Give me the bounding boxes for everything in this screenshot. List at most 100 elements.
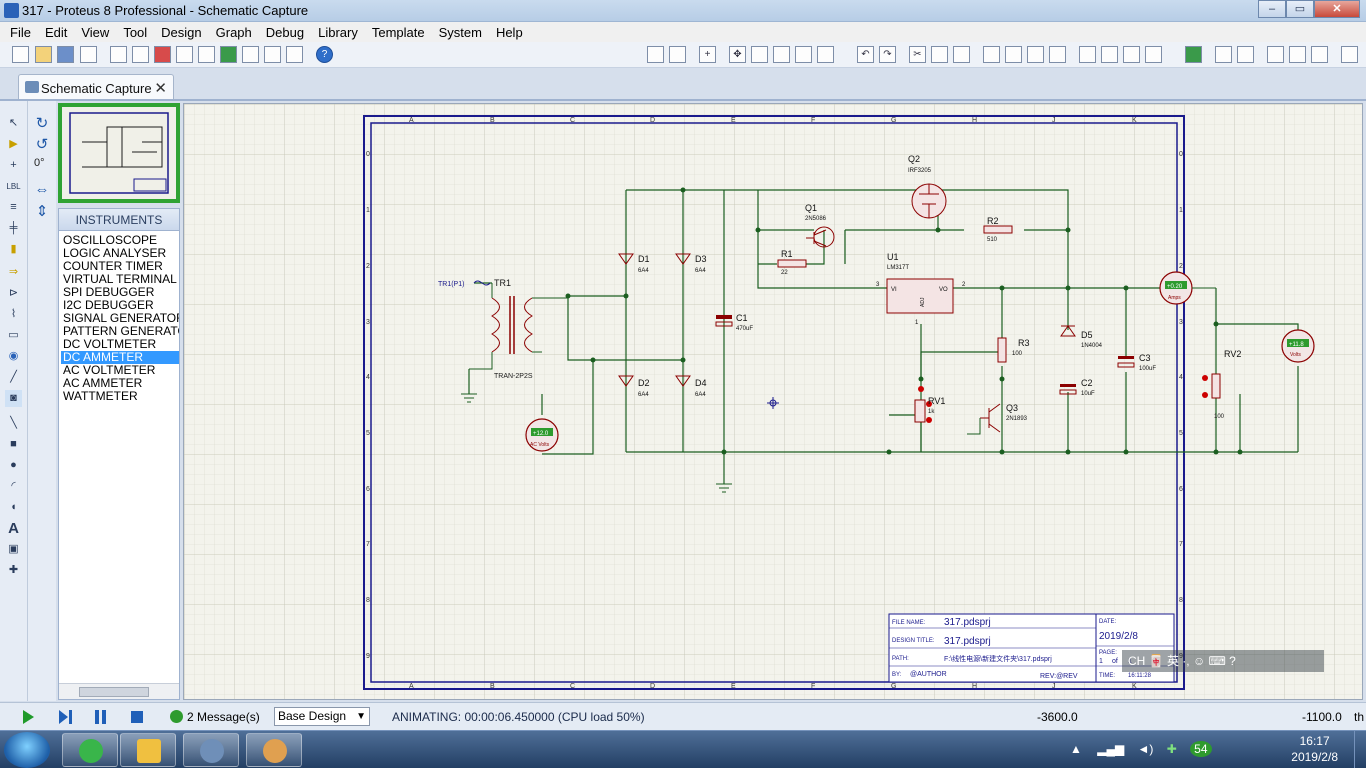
generator-mode-icon[interactable]: ◉ <box>5 348 22 365</box>
instrument-wattmeter[interactable]: WATTMETER <box>61 390 179 403</box>
instrument-ac-voltmeter[interactable]: AC VOLTMETER <box>61 364 179 377</box>
notes-icon[interactable] <box>286 46 303 63</box>
remove-sheet-icon[interactable] <box>1289 46 1306 63</box>
instrument-ac-ammeter[interactable]: AC AMMETER <box>61 377 179 390</box>
overview-window[interactable] <box>58 103 180 203</box>
bom-icon[interactable] <box>220 46 237 63</box>
schematic-icon[interactable] <box>132 46 149 63</box>
dc-voltmeter[interactable]: +11.8 Volts <box>1281 329 1315 363</box>
rotate-anticlockwise-icon[interactable]: ↺ <box>33 136 51 154</box>
path-tool-icon[interactable]: ◖ <box>5 499 22 516</box>
selection-mode-icon[interactable]: ↖ <box>5 115 22 132</box>
import-icon[interactable] <box>80 46 97 63</box>
zoom-all-icon[interactable] <box>795 46 812 63</box>
redo-icon[interactable]: ↷ <box>879 46 896 63</box>
buses-icon[interactable]: ╪ <box>5 220 22 237</box>
3d-view-icon[interactable] <box>176 46 193 63</box>
terminals-icon[interactable]: ⇒ <box>5 264 22 281</box>
dc-ammeter[interactable]: +0.20 Amps <box>1159 271 1193 305</box>
pan-icon[interactable]: ✥ <box>729 46 746 63</box>
ime-language-bar[interactable]: CH 🀄 英 ·, ☺ ⌨ ? <box>1122 650 1324 672</box>
grid-icon[interactable] <box>669 46 686 63</box>
copy-icon[interactable] <box>931 46 948 63</box>
tab-close-icon[interactable]: ✕ <box>154 79 167 97</box>
zoom-area-icon[interactable] <box>817 46 834 63</box>
mirror-y-icon[interactable]: ⇕ <box>33 203 51 221</box>
virtual-instruments-icon[interactable]: ◙ <box>5 390 22 407</box>
instrument-oscilloscope[interactable]: OSCILLOSCOPE <box>61 234 179 247</box>
probe-mode-icon[interactable]: ╱ <box>5 369 22 386</box>
symbol-tool-icon[interactable]: ▣ <box>5 541 22 558</box>
text-tool-icon[interactable]: A <box>5 520 22 537</box>
mirror-x-icon[interactable]: ⇔ <box>33 181 51 199</box>
instrument-dc-voltmeter[interactable]: DC VOLTMETER <box>61 338 179 351</box>
minimize-button[interactable]: – <box>1258 0 1286 18</box>
code-icon[interactable] <box>242 46 259 63</box>
marker-tool-icon[interactable]: ✚ <box>5 562 22 579</box>
text-script-icon[interactable]: ≡ <box>5 199 22 216</box>
instrument-pattern-generator[interactable]: PATTERN GENERATO <box>61 325 179 338</box>
cut-icon[interactable]: ✂ <box>909 46 926 63</box>
paste-icon[interactable] <box>953 46 970 63</box>
tray-expand-icon[interactable]: ▲ <box>1070 742 1082 756</box>
undo-icon[interactable]: ↶ <box>857 46 874 63</box>
device-pins-icon[interactable]: ⊳ <box>5 285 22 302</box>
instrument-spi-debugger[interactable]: SPI DEBUGGER <box>61 286 179 299</box>
new-file-icon[interactable] <box>12 46 29 63</box>
graph-mode-icon[interactable]: ⌇ <box>5 306 22 323</box>
menu-template[interactable]: Template <box>365 25 432 40</box>
menu-graph[interactable]: Graph <box>209 25 259 40</box>
ac-voltmeter[interactable]: +12.0 AC Volts <box>525 418 559 452</box>
instrument-counter-timer[interactable]: COUNTER TIMER <box>61 260 179 273</box>
menu-file[interactable]: File <box>3 25 38 40</box>
instrument-signal-generator[interactable]: SIGNAL GENERATOR <box>61 312 179 325</box>
save-icon[interactable] <box>57 46 74 63</box>
menu-debug[interactable]: Debug <box>259 25 311 40</box>
instruments-scrollbar[interactable] <box>59 683 179 699</box>
scrollbar-thumb[interactable] <box>79 687 149 697</box>
make-device-icon[interactable] <box>1101 46 1118 63</box>
menu-view[interactable]: View <box>74 25 116 40</box>
property-tool-icon[interactable] <box>1237 46 1254 63</box>
instrument-logic-analyser[interactable]: LOGIC ANALYSER <box>61 247 179 260</box>
close-button[interactable]: ✕ <box>1314 0 1360 18</box>
netlist-icon[interactable] <box>1341 46 1358 63</box>
menu-system[interactable]: System <box>432 25 489 40</box>
schematic-canvas[interactable]: A B C D E F G H J K A B C D E F G H J K … <box>183 103 1363 700</box>
maximize-button[interactable]: ▭ <box>1286 0 1314 18</box>
tape-recorder-icon[interactable]: ▭ <box>5 327 22 344</box>
line-tool-icon[interactable]: ╲ <box>5 415 22 432</box>
block-delete-icon[interactable] <box>1049 46 1066 63</box>
tray-security-icon[interactable]: ✚ <box>1167 742 1177 756</box>
taskbar-app-paint[interactable] <box>246 733 302 767</box>
instrument-virtual-terminal[interactable]: VIRTUAL TERMINAL <box>61 273 179 286</box>
stop-icon[interactable] <box>129 709 145 725</box>
menu-help[interactable]: Help <box>489 25 530 40</box>
taskbar-app-proteus[interactable] <box>183 733 239 767</box>
box-tool-icon[interactable]: ■ <box>5 436 22 453</box>
design-explorer-icon[interactable] <box>264 46 281 63</box>
wire-label-icon[interactable]: LBL <box>5 178 22 195</box>
new-sheet-icon[interactable] <box>1267 46 1284 63</box>
decompose-icon[interactable] <box>1145 46 1162 63</box>
block-copy-icon[interactable] <box>983 46 1000 63</box>
menu-edit[interactable]: Edit <box>38 25 74 40</box>
menu-design[interactable]: Design <box>154 25 208 40</box>
arc-tool-icon[interactable]: ◜ <box>5 478 22 495</box>
zoom-in-icon[interactable] <box>751 46 768 63</box>
step-icon[interactable] <box>57 709 73 725</box>
taskbar-app-explorer[interactable] <box>120 733 176 767</box>
subcircuit-icon[interactable]: ▮ <box>5 241 22 258</box>
search-tag-icon[interactable] <box>1215 46 1232 63</box>
wire-autorouter-icon[interactable] <box>1185 46 1202 63</box>
home-icon[interactable] <box>110 46 127 63</box>
component-mode-icon[interactable]: ▶ <box>5 136 22 153</box>
refresh-icon[interactable] <box>647 46 664 63</box>
circle-tool-icon[interactable]: ● <box>5 457 22 474</box>
instrument-dc-ammeter[interactable]: DC AMMETER <box>61 351 179 364</box>
play-icon[interactable] <box>20 709 36 725</box>
show-desktop-button[interactable] <box>1354 731 1366 768</box>
tray-badge[interactable]: 54 <box>1190 741 1212 757</box>
taskbar-clock[interactable]: 16:17 2019/2/8 <box>1291 733 1338 765</box>
gerber-icon[interactable] <box>198 46 215 63</box>
